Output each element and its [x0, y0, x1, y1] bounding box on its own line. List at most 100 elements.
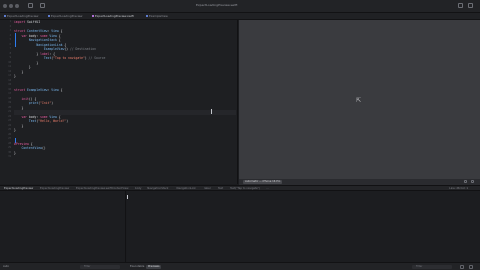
breadcrumb-item[interactable]: ExpectLoadingPreview [40, 187, 69, 190]
pointer-cursor-icon: ⇱ [356, 97, 362, 104]
preview-device-selector[interactable]: Automatic — iPhone 16 Pro [243, 180, 283, 184]
text-caret [211, 109, 212, 114]
code-token: } [14, 69, 24, 74]
code-token: import [14, 20, 26, 24]
code-token: ExampleView [25, 87, 48, 92]
code-token: NavigationLink [36, 42, 63, 47]
console-filter-input[interactable]: Filter [412, 265, 452, 269]
code-token: { [56, 33, 61, 38]
breadcrumb-item[interactable]: ExpectLoadingPreview.swift [76, 187, 112, 190]
struct-icon [146, 15, 148, 17]
code-token: SwiftUI [25, 20, 41, 24]
editor-tab-bar: ExpectLoadingPreview ExpectLoadingPrevie… [0, 13, 480, 20]
tab-exampleview[interactable]: ExampleView [146, 14, 168, 19]
breadcrumb-item[interactable]: NavigationStack [147, 187, 168, 190]
code-token: struct [14, 29, 26, 33]
title-bar: ExpectLoadingPreview.swift [0, 0, 480, 13]
code-token: "Init" [40, 101, 52, 105]
console-output[interactable] [127, 191, 480, 262]
tab-label: ExpectLoadingPreview [7, 14, 39, 18]
code-token: struct [14, 87, 26, 92]
folder-icon [48, 15, 50, 17]
code-token: "Hello, World!" [38, 119, 67, 123]
breadcrumb-item[interactable]: label [204, 187, 210, 190]
code-token: #Preview [14, 141, 29, 146]
tab-label: ExpectLoadingPreview [51, 14, 83, 18]
breadcrumb-item[interactable]: ... [266, 187, 268, 190]
code-token: { [58, 87, 63, 92]
debug-bottom-bar: Auto Filter Executable Previews Filter [0, 262, 480, 270]
code-token: ExampleView [43, 47, 65, 51]
line-number: 31 [8, 155, 11, 158]
code-token: { [56, 38, 61, 42]
project-icon [4, 15, 6, 17]
executable-output-tab[interactable]: Executable [128, 265, 146, 269]
code-token: } [14, 150, 16, 155]
code-line[interactable]: 31 [8, 155, 236, 160]
code-token: label [40, 51, 50, 56]
code-token: init [21, 96, 29, 101]
code-token: } [14, 51, 41, 56]
code-token: ContentView [21, 146, 42, 150]
code-lines[interactable]: 1 import SwiftUI 2 3 struct ContentView: Vie… [8, 20, 236, 160]
code-token: body: [27, 114, 41, 119]
add-icon[interactable] [458, 3, 463, 8]
cursor-position: Line: 26 Col: 1 [449, 187, 468, 190]
code-token: } [14, 105, 24, 110]
code-token: } [14, 74, 16, 78]
zoom-out-icon[interactable] [464, 180, 467, 183]
tab-folder[interactable]: ExpectLoadingPreview [48, 14, 82, 19]
code-editor[interactable]: 1 import SwiftUI 2 3 struct ContentView: Vie… [0, 20, 238, 184]
code-token: "Tap to navigate" [53, 56, 85, 60]
code-token: // Source [88, 56, 106, 60]
breadcrumb-item[interactable]: NavigationLink [177, 187, 196, 190]
inspector-toggle-icon[interactable] [468, 3, 473, 8]
code-token: ) [51, 101, 54, 105]
close-window-button[interactable] [3, 4, 7, 8]
zoom-in-icon[interactable] [471, 180, 474, 183]
run-icon[interactable] [40, 3, 45, 8]
code-token: } [14, 65, 31, 69]
code-token: ) [66, 119, 69, 123]
code-token: { [58, 29, 63, 33]
breadcrumb-item[interactable]: Text("Tap to navigate") [230, 187, 260, 190]
tab-swift-file[interactable]: ExpectLoadingPreview.swift [92, 14, 134, 19]
minimize-window-button[interactable] [9, 4, 13, 8]
code-token: } [14, 60, 39, 65]
code-token: NavigationStack [28, 38, 57, 42]
tab-label: ExpectLoadingPreview.swift [95, 14, 134, 18]
breadcrumb-item[interactable]: Text [218, 187, 223, 190]
trash-icon[interactable] [460, 265, 464, 269]
code-token: View [51, 87, 59, 92]
code-token: } [14, 128, 16, 132]
code-token: { [28, 141, 33, 146]
tab-project[interactable]: ExpectLoadingPreview [4, 14, 38, 19]
code-token: { [62, 42, 67, 47]
code-token: View [47, 33, 57, 38]
variables-view[interactable] [0, 191, 126, 262]
console-caret [127, 195, 128, 199]
code-token: () { [28, 96, 37, 101]
breadcrumb-item[interactable]: body [135, 187, 141, 190]
previews-output-tab[interactable]: Previews [146, 265, 162, 269]
code-token: print [28, 101, 39, 105]
code-token: ContentView [25, 29, 48, 33]
split-view-icon[interactable] [469, 265, 473, 269]
code-token: View [51, 29, 59, 33]
breadcrumb-item[interactable]: ExpectLoadingPreview [4, 187, 33, 190]
tab-label: ExampleView [149, 14, 168, 18]
code-token: body: [27, 33, 41, 38]
code-token: () [41, 146, 46, 150]
code-token: some [40, 114, 48, 119]
variables-filter-input[interactable]: Filter [80, 265, 120, 269]
sidebar-toggle-icon[interactable] [28, 3, 33, 8]
variables-scope-selector[interactable]: Auto [3, 265, 9, 268]
breadcrumb-item[interactable]: ContentView [112, 187, 128, 190]
window-title: ExpectLoadingPreview.swift [196, 3, 238, 7]
zoom-window-button[interactable] [15, 4, 19, 8]
